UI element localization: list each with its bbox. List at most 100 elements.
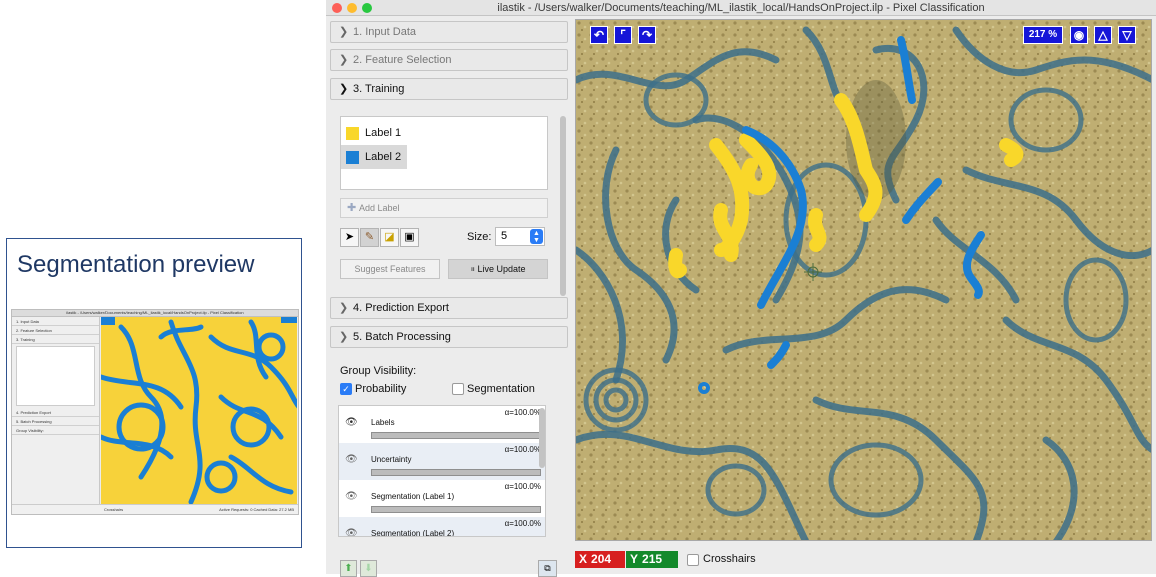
layer-row[interactable]: 👁 Segmentation (Label 2) α=100.0% <box>339 517 545 537</box>
layer-row[interactable]: 👁 Uncertainty α=100.0% <box>339 443 545 480</box>
x-value: 204 <box>591 552 612 566</box>
mini-group-visibility: Group Visibility: <box>12 426 99 435</box>
chevron-right-icon: ❯ <box>339 54 349 66</box>
layer-opacity: α=100.0% <box>504 482 541 491</box>
chevron-right-icon: ❯ <box>339 331 349 343</box>
probability-checkbox[interactable]: ✓ Probability <box>340 383 406 396</box>
add-label-button[interactable]: ✚ Add Label <box>340 198 548 218</box>
reset-view-icon[interactable]: ⌜ <box>614 26 632 44</box>
mini-applet: 4. Prediction Export <box>12 408 99 417</box>
layer-row[interactable]: 👁 Segmentation (Label 1) α=100.0% <box>339 480 545 517</box>
applet-prediction-export[interactable]: ❯ 4. Prediction Export <box>330 297 568 319</box>
applet-input-data[interactable]: ❯ 1. Input Data <box>330 21 568 43</box>
opacity-slider[interactable] <box>371 432 541 439</box>
mini-titlebar: ilastik - /Users/walker/Documents/teachi… <box>12 310 298 317</box>
layer-name: Uncertainty <box>371 455 412 464</box>
mini-crosshairs: Crosshairs <box>104 507 124 512</box>
crosshairs-label: Crosshairs <box>703 553 756 565</box>
move-layer-down-button[interactable]: ⬇ <box>360 560 377 577</box>
chevron-right-icon: ❯ <box>339 302 349 314</box>
slice-up-icon[interactable]: △ <box>1094 26 1112 44</box>
layer-name: Segmentation (Label 1) <box>371 492 455 501</box>
layer-name: Segmentation (Label 2) <box>371 529 455 537</box>
applet-label: 3. Training <box>353 83 405 95</box>
applet-label: 5. Batch Processing <box>353 331 451 343</box>
eye-icon[interactable]: 👁 <box>345 454 358 465</box>
arrow-down-icon: ⬇ <box>364 563 373 574</box>
em-image-canvas[interactable] <box>576 20 1152 541</box>
opacity-slider[interactable] <box>371 469 541 476</box>
zoom-window-icon[interactable] <box>362 3 372 13</box>
camera-icon[interactable]: ◉ <box>1070 26 1088 44</box>
layer-opacity: α=100.0% <box>504 519 541 528</box>
navigation-tool-button[interactable]: ➤ <box>340 228 359 247</box>
eraser-tool-button[interactable]: ◪ <box>380 228 399 247</box>
mini-left-panel: 1. Input Data 2. Feature Selection 3. Tr… <box>12 317 100 504</box>
brush-size-value: 5 <box>501 230 508 242</box>
layer-scrollbar[interactable] <box>539 408 545 468</box>
label-name: Label 2 <box>365 151 402 163</box>
export-layer-button[interactable]: ⧉ <box>538 560 557 577</box>
applet-drawer: ❯ 1. Input Data ❯ 2. Feature Selection ❯ 3.… <box>328 17 570 577</box>
mini-label-list <box>16 346 95 406</box>
segmentation-label: Segmentation <box>467 383 535 395</box>
crosshairs-checkbox[interactable] <box>687 554 699 566</box>
label-row-2[interactable]: Label 2 <box>341 145 407 169</box>
y-value: 215 <box>642 552 663 566</box>
threshold-tool-button[interactable]: ▣ <box>400 228 419 247</box>
eye-icon[interactable]: 👁 <box>345 491 358 502</box>
chevron-right-icon: ❯ <box>339 26 349 38</box>
export-icon: ⧉ <box>544 563 551 573</box>
segmentation-preview-screenshot: ilastik - /Users/walker/Documents/teachi… <box>11 309 299 515</box>
mini-cache-status: Active Requests: 0 Cached Data: 27.2 MB <box>219 507 294 512</box>
spinner-arrows-icon[interactable]: ▲ ▼ <box>530 229 543 244</box>
x-key: X <box>579 552 588 566</box>
zoom-level[interactable]: 217 % <box>1023 26 1063 44</box>
ilastik-window: ilastik - /Users/walker/Documents/teachi… <box>326 0 1156 577</box>
training-panel: Label 1 Label 2 ✚ Add Label ➤ ✎ ◪ ▣ Size… <box>330 112 568 316</box>
undo-icon[interactable]: ↶ <box>590 26 608 44</box>
applet-batch-processing[interactable]: ❯ 5. Batch Processing <box>330 326 568 348</box>
applet-label: 4. Prediction Export <box>353 302 449 314</box>
close-window-icon[interactable] <box>332 3 342 13</box>
segmentation-checkbox[interactable]: Segmentation <box>452 383 535 396</box>
brush-size-spinbox[interactable]: 5 ▲ ▼ <box>495 227 545 246</box>
add-label-text: Add Label <box>359 203 400 213</box>
layer-row[interactable]: 👁 Labels α=100.0% <box>339 406 545 443</box>
checkmark-icon[interactable]: ✓ <box>340 383 352 395</box>
label-name: Label 1 <box>365 127 402 139</box>
mini-status-bar: Crosshairs Active Requests: 0 Cached Dat… <box>12 504 298 514</box>
opacity-slider[interactable] <box>371 506 541 513</box>
applet-feature-selection[interactable]: ❯ 2. Feature Selection <box>330 49 568 71</box>
window-titlebar: ilastik - /Users/walker/Documents/teachi… <box>326 0 1156 16</box>
window-title: ilastik - /Users/walker/Documents/teachi… <box>497 2 985 14</box>
layer-opacity: α=100.0% <box>504 445 541 454</box>
redo-icon[interactable]: ↷ <box>638 26 656 44</box>
mini-applet: 5. Batch Processing <box>12 417 99 426</box>
x-coordinate[interactable]: X 204 <box>575 551 625 568</box>
live-update-button[interactable]: ⏸ Live Update <box>448 259 548 279</box>
brush-tool-button[interactable]: ✎ <box>360 228 379 247</box>
label-row-1[interactable]: Label 1 <box>341 121 407 145</box>
brush-size-label: Size: <box>467 231 492 243</box>
y-coordinate[interactable]: Y 215 <box>626 551 678 568</box>
suggest-features-button[interactable]: Suggest Features <box>340 259 440 279</box>
checkbox-empty[interactable] <box>452 383 464 395</box>
eye-icon[interactable]: 👁 <box>345 417 358 428</box>
eye-icon[interactable]: 👁 <box>345 528 358 536</box>
label-color-swatch[interactable] <box>346 151 359 164</box>
image-viewer[interactable]: ↶ ⌜ ↷ 217 % ◉ △ ▽ <box>575 19 1152 541</box>
layer-name: Labels <box>371 418 395 427</box>
minimize-window-icon[interactable] <box>347 3 357 13</box>
label-color-swatch[interactable] <box>346 127 359 140</box>
move-layer-up-button[interactable]: ⬆ <box>340 560 357 577</box>
slice-down-icon[interactable]: ▽ <box>1118 26 1136 44</box>
pause-icon: ⏸ <box>470 264 475 274</box>
live-update-text: Live Update <box>477 264 526 274</box>
group-visibility-title: Group Visibility: <box>340 365 417 377</box>
training-scrollbar[interactable] <box>560 116 566 296</box>
layer-opacity: α=100.0% <box>504 408 541 417</box>
applet-training[interactable]: ❯ 3. Training <box>330 78 568 100</box>
pointer-icon: ➤ <box>344 231 355 243</box>
mini-applet: 2. Feature Selection <box>12 326 99 335</box>
